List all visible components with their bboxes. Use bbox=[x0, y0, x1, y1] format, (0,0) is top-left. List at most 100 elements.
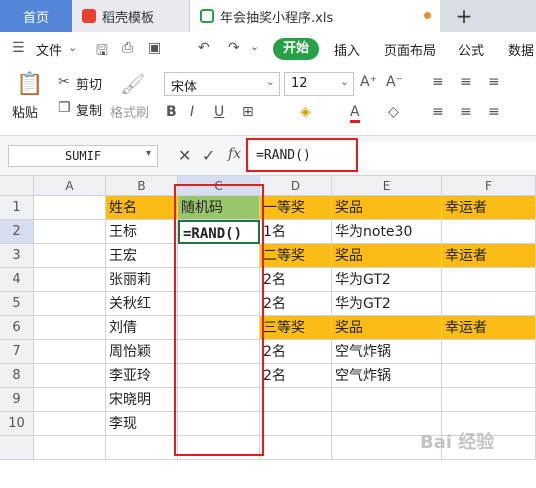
hamburger-icon[interactable]: ☰ bbox=[12, 40, 25, 56]
column-header-d[interactable]: D bbox=[260, 176, 332, 196]
border-icon[interactable]: ⊞ bbox=[242, 104, 254, 120]
decrease-font-icon[interactable]: A⁻ bbox=[386, 74, 403, 90]
cancel-icon[interactable]: ✕ bbox=[178, 146, 191, 165]
cell-f9[interactable] bbox=[442, 388, 536, 412]
cell-a3[interactable] bbox=[34, 244, 106, 268]
cell-d11[interactable] bbox=[260, 436, 332, 460]
font-size-select[interactable]: 12 ⌄ bbox=[284, 72, 354, 96]
row-header-7[interactable]: 7 bbox=[0, 340, 34, 364]
confirm-icon[interactable]: ✓ bbox=[202, 146, 215, 165]
cell-e3[interactable]: 奖品 bbox=[332, 244, 442, 268]
cell-e4[interactable]: 华为GT2 bbox=[332, 268, 442, 292]
row-header-6[interactable]: 6 bbox=[0, 316, 34, 340]
bold-icon[interactable]: B bbox=[166, 104, 177, 120]
row-header-1[interactable]: 1 bbox=[0, 196, 34, 220]
fx-icon[interactable]: fx bbox=[228, 146, 241, 162]
paste-button[interactable]: 粘贴 bbox=[12, 102, 38, 121]
cell-d1[interactable]: 一等奖 bbox=[260, 196, 332, 220]
cell-f7[interactable] bbox=[442, 340, 536, 364]
cell-d4[interactable]: 2名 bbox=[260, 268, 332, 292]
cell-b6[interactable]: 刘倩 bbox=[106, 316, 178, 340]
print-preview-icon[interactable]: ▣ bbox=[148, 40, 161, 56]
tab-home[interactable]: 首页 bbox=[0, 0, 72, 32]
align-middle-icon[interactable]: ≡ bbox=[460, 74, 472, 90]
cell-e1[interactable]: 奖品 bbox=[332, 196, 442, 220]
tab-docer[interactable]: 稻壳模板 bbox=[72, 0, 190, 32]
cell-e8[interactable]: 空气炸锅 bbox=[332, 364, 442, 388]
align-right-icon[interactable]: ≡ bbox=[488, 104, 500, 120]
cell-f4[interactable] bbox=[442, 268, 536, 292]
cell-d9[interactable] bbox=[260, 388, 332, 412]
cell-a9[interactable] bbox=[34, 388, 106, 412]
row-header-11[interactable] bbox=[0, 436, 34, 460]
cell-f1[interactable]: 幸运者 bbox=[442, 196, 536, 220]
cell-e2[interactable]: 华为note30 bbox=[332, 220, 442, 244]
font-color-icon[interactable]: A bbox=[350, 104, 360, 123]
cell-a5[interactable] bbox=[34, 292, 106, 316]
cell-b1[interactable]: 姓名 bbox=[106, 196, 178, 220]
cell-e6[interactable]: 奖品 bbox=[332, 316, 442, 340]
cell-d6[interactable]: 三等奖 bbox=[260, 316, 332, 340]
font-name-select[interactable]: 宋体 ⌄ bbox=[164, 72, 280, 96]
cell-a11[interactable] bbox=[34, 436, 106, 460]
more-icon[interactable]: ⌄ bbox=[250, 40, 259, 53]
menu-formula[interactable]: 公式 bbox=[458, 40, 484, 59]
cell-d7[interactable]: 2名 bbox=[260, 340, 332, 364]
print-icon[interactable]: ⎙ bbox=[122, 40, 133, 56]
align-bottom-icon[interactable]: ≡ bbox=[488, 74, 500, 90]
cell-a4[interactable] bbox=[34, 268, 106, 292]
row-header-3[interactable]: 3 bbox=[0, 244, 34, 268]
cell-a2[interactable] bbox=[34, 220, 106, 244]
cell-f6[interactable]: 幸运者 bbox=[442, 316, 536, 340]
column-header-e[interactable]: E bbox=[332, 176, 442, 196]
row-header-10[interactable]: 10 bbox=[0, 412, 34, 436]
increase-font-icon[interactable]: A⁺ bbox=[360, 74, 377, 90]
cell-d3[interactable]: 二等奖 bbox=[260, 244, 332, 268]
row-header-2[interactable]: 2 bbox=[0, 220, 34, 244]
cell-b11[interactable] bbox=[106, 436, 178, 460]
cell-a10[interactable] bbox=[34, 412, 106, 436]
cell-d5[interactable]: 2名 bbox=[260, 292, 332, 316]
cell-b8[interactable]: 李亚玲 bbox=[106, 364, 178, 388]
cell-b3[interactable]: 王宏 bbox=[106, 244, 178, 268]
cell-a6[interactable] bbox=[34, 316, 106, 340]
cell-b2[interactable]: 王标 bbox=[106, 220, 178, 244]
menu-layout[interactable]: 页面布局 bbox=[384, 40, 436, 59]
name-box[interactable]: SUMIF bbox=[8, 145, 158, 167]
copy-button[interactable]: 复制 bbox=[76, 100, 102, 119]
row-header-8[interactable]: 8 bbox=[0, 364, 34, 388]
cell-d2[interactable]: 1名 bbox=[260, 220, 332, 244]
align-top-icon[interactable]: ≡ bbox=[432, 74, 444, 90]
row-header-5[interactable]: 5 bbox=[0, 292, 34, 316]
redo-icon[interactable]: ↷ bbox=[228, 40, 240, 56]
align-center-icon[interactable]: ≡ bbox=[460, 104, 472, 120]
cell-e9[interactable] bbox=[332, 388, 442, 412]
menu-insert[interactable]: 插入 bbox=[334, 40, 360, 59]
cell-b7[interactable]: 周怡颖 bbox=[106, 340, 178, 364]
cell-f2[interactable] bbox=[442, 220, 536, 244]
chevron-down-icon[interactable]: ⌄ bbox=[68, 41, 77, 54]
cell-e7[interactable]: 空气炸锅 bbox=[332, 340, 442, 364]
menu-file[interactable]: 文件 bbox=[36, 40, 62, 59]
new-tab-button[interactable]: + bbox=[450, 2, 478, 30]
cell-f8[interactable] bbox=[442, 364, 536, 388]
corner-select-all[interactable] bbox=[0, 176, 34, 196]
align-left-icon[interactable]: ≡ bbox=[432, 104, 444, 120]
row-header-4[interactable]: 4 bbox=[0, 268, 34, 292]
cell-b9[interactable]: 宋晓明 bbox=[106, 388, 178, 412]
cell-e5[interactable]: 华为GT2 bbox=[332, 292, 442, 316]
column-header-b[interactable]: B bbox=[106, 176, 178, 196]
column-header-f[interactable]: F bbox=[442, 176, 536, 196]
cell-a1[interactable] bbox=[34, 196, 106, 220]
menu-start[interactable]: 开始 bbox=[273, 38, 319, 60]
clear-format-icon[interactable]: ◇ bbox=[388, 104, 399, 120]
cell-b10[interactable]: 李现 bbox=[106, 412, 178, 436]
cell-f3[interactable]: 幸运者 bbox=[442, 244, 536, 268]
cell-d10[interactable] bbox=[260, 412, 332, 436]
chevron-down-icon[interactable]: ▾ bbox=[146, 148, 151, 159]
column-header-a[interactable]: A bbox=[34, 176, 106, 196]
italic-icon[interactable]: I bbox=[190, 104, 194, 120]
menu-data[interactable]: 数据 bbox=[508, 40, 534, 59]
cell-b4[interactable]: 张丽莉 bbox=[106, 268, 178, 292]
cell-d8[interactable]: 2名 bbox=[260, 364, 332, 388]
